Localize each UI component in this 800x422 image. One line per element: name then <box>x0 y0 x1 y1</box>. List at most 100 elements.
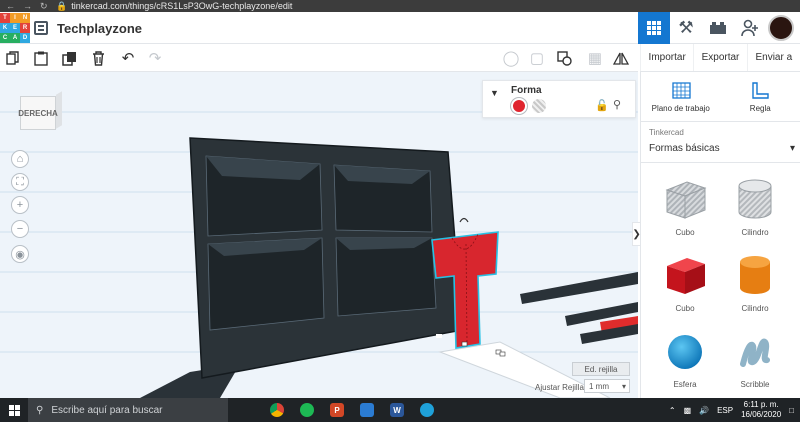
tinkercad-logo[interactable]: TINKERCAD <box>0 13 30 43</box>
collapse-caret-icon[interactable]: ▼ <box>490 88 499 98</box>
snap-grid-label: Ajustar Rejilla <box>535 383 584 392</box>
clock-date: 16/06/2020 <box>741 410 782 419</box>
logo-letter: N <box>20 13 30 23</box>
snap-grid-value: 1 mm <box>589 381 609 391</box>
system-tray: ⌃ ▩ 🔊 ESP 6:11 p. m. 16/06/2020 □ <box>669 398 794 422</box>
mirror-icon[interactable] <box>610 48 632 68</box>
view-switcher: ⚒ <box>638 12 800 44</box>
view-cube[interactable]: DERECHA <box>18 90 62 132</box>
hole-swatch[interactable] <box>532 99 546 113</box>
reload-icon[interactable]: ↻ <box>40 1 48 12</box>
browser-bar: ← → ↻ 🔒 tinkercad.com/things/cRS1LsP3OwG-… <box>0 0 800 12</box>
app-header: TINKERCAD Techplayzone ⚒ <box>0 12 800 44</box>
shape-cylinder-orange[interactable]: Cilindro <box>723 252 787 324</box>
edge-icon[interactable] <box>412 398 442 422</box>
volume-icon[interactable]: 🔊 <box>699 406 709 415</box>
shape-cylinder-striped[interactable]: Cilindro <box>723 176 787 248</box>
ruler-label: Regla <box>749 103 771 113</box>
address-bar[interactable]: 🔒 tinkercad.com/things/cRS1LsP3OwG-techpl… <box>50 1 800 12</box>
perspective-icon[interactable]: ◉ <box>11 245 29 263</box>
edit-grid-button[interactable]: Ed. rejilla <box>572 362 630 376</box>
shape-box-red[interactable]: Cubo <box>653 252 717 324</box>
import-button[interactable]: Importar <box>640 44 693 71</box>
undo-icon[interactable]: ↶ <box>117 48 139 68</box>
group-icon[interactable]: ▢ <box>526 48 548 68</box>
category-select[interactable]: Formas básicas ▾ <box>649 140 795 156</box>
bricks-icon[interactable] <box>702 12 734 44</box>
lock-icon: 🔒 <box>56 0 68 11</box>
project-name[interactable]: Techplayzone <box>57 21 142 36</box>
taskbar-search[interactable]: ⚲ Escribe aquí para buscar <box>28 398 228 422</box>
snap-grid-select[interactable]: 1 mm ▾ <box>584 379 630 393</box>
collapse-panel-tab[interactable]: ❯ <box>632 222 641 246</box>
search-icon: ⚲ <box>36 404 44 416</box>
solid-color-swatch[interactable] <box>511 98 527 114</box>
library-source: Tinkercad <box>649 128 684 137</box>
design-menu-icon[interactable] <box>34 21 48 35</box>
shape-box-striped[interactable]: Cubo <box>653 176 717 248</box>
workplane-icon <box>672 81 691 99</box>
chevron-up-icon[interactable]: ⌃ <box>669 406 676 415</box>
add-user-icon[interactable] <box>734 12 766 44</box>
shape-label: Cilindro <box>741 304 769 313</box>
logo-letter: R <box>20 23 30 33</box>
shape-label: Cilindro <box>741 228 769 237</box>
language-indicator[interactable]: ESP <box>717 406 733 415</box>
ungroup-icon[interactable] <box>553 48 575 68</box>
duplicate-icon[interactable] <box>58 48 80 68</box>
notifications-icon[interactable]: □ <box>789 406 794 415</box>
home-view-icon[interactable]: ⌂ <box>11 150 29 168</box>
shape-label: Cubo <box>675 228 695 237</box>
workplane-tool[interactable]: Plano de trabajo <box>641 72 721 121</box>
powerpoint-icon[interactable]: P <box>322 398 352 422</box>
taskbar-apps: P W <box>262 398 442 422</box>
align-icon[interactable]: ▦ <box>584 48 606 68</box>
shape-panel-title: Forma <box>511 85 542 96</box>
shape-inspector: ▼ Forma 🔓 ⚲ <box>482 80 636 118</box>
windows-start-icon[interactable] <box>0 398 28 422</box>
ruler-tool[interactable]: Regla <box>721 72 800 121</box>
zoom-out-icon[interactable]: − <box>11 220 29 238</box>
lightbulb-icon[interactable]: ⚲ <box>613 98 621 111</box>
redo-icon[interactable]: ↷ <box>144 48 166 68</box>
copy-icon[interactable] <box>2 48 24 68</box>
shape-scribble[interactable]: Scribble <box>723 328 787 400</box>
chevron-down-icon: ▾ <box>621 381 626 391</box>
workplane-canvas[interactable]: DERECHA ⌂ ⛶ + − ◉ ▼ Forma 🔓 ⚲ Ed. rejill… <box>0 72 638 398</box>
network-icon[interactable]: ▩ <box>684 406 692 415</box>
workplane-label: Plano de trabajo <box>651 103 710 113</box>
library-tools: Plano de trabajo Regla <box>641 72 800 122</box>
fit-view-icon[interactable]: ⛶ <box>11 173 29 191</box>
user-avatar[interactable] <box>768 15 794 41</box>
chrome-icon[interactable] <box>262 398 292 422</box>
pickaxe-icon[interactable]: ⚒ <box>670 12 702 44</box>
logo-letter: D <box>20 33 30 43</box>
shape-label: Scribble <box>740 380 770 389</box>
lock-icon[interactable]: 🔓 <box>595 99 609 112</box>
photos-icon[interactable] <box>352 398 382 422</box>
edit-toolbar: ↶ ↷ ◯ ▢ ▦ <box>0 44 638 72</box>
shape-sphere-blue[interactable]: Esfera <box>653 328 717 400</box>
windows-taskbar: ⚲ Escribe aquí para buscar P W ⌃ ▩ 🔊 ESP… <box>0 398 800 422</box>
spotify-icon[interactable] <box>292 398 322 422</box>
export-button[interactable]: Exportar <box>693 44 746 71</box>
view-cube-face: DERECHA <box>18 96 58 130</box>
dark-bar-1 <box>520 272 638 304</box>
clock-time: 6:11 p. m. <box>743 400 779 409</box>
logo-letter: I <box>10 13 20 23</box>
grid-view-icon[interactable] <box>638 12 670 44</box>
send-to-button[interactable]: Enviar a <box>746 44 800 71</box>
back-arrow-icon[interactable]: ← <box>6 1 15 12</box>
shapes-library: Plano de trabajo Regla Tinkercad Formas … <box>640 72 800 398</box>
lightbulb-icon[interactable]: ◯ <box>500 48 522 68</box>
shape-label: Cubo <box>675 304 695 313</box>
clock[interactable]: 6:11 p. m. 16/06/2020 <box>741 400 781 420</box>
logo-letter: A <box>10 33 20 43</box>
forward-arrow-icon[interactable]: → <box>23 1 32 12</box>
trash-icon[interactable] <box>87 48 109 68</box>
url-text: tinkercad.com/things/cRS1LsP3OwG-techpla… <box>71 0 293 11</box>
zoom-in-icon[interactable]: + <box>11 196 29 214</box>
logo-letter: E <box>10 23 20 33</box>
paste-icon[interactable] <box>30 48 52 68</box>
word-icon[interactable]: W <box>382 398 412 422</box>
